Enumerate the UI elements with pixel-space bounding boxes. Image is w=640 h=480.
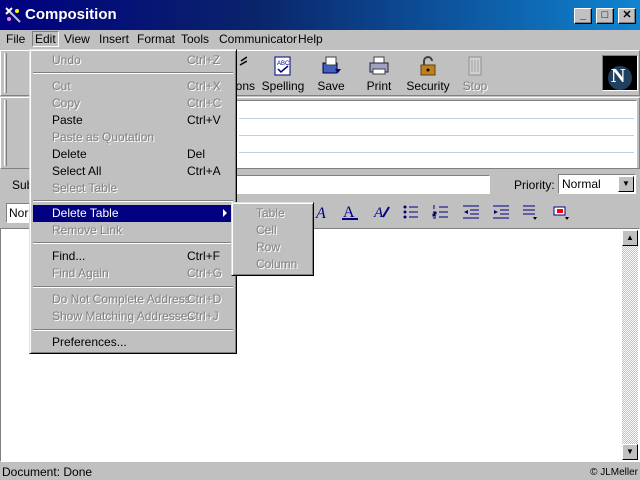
increase-indent-icon[interactable] [489,203,513,223]
menu-format[interactable]: Format [135,32,177,46]
svg-text:A: A [315,205,326,221]
delete-table-submenu: Table Cell Row Column [231,202,314,276]
save-button[interactable]: Save [307,53,355,95]
netscape-logo[interactable]: N [602,55,638,91]
menu-separator [33,72,233,74]
title-bar[interactable]: Composition _ □ ✕ [0,0,640,30]
menu-insert[interactable]: Insert [97,32,131,46]
menu-bar: File Edit View Insert Format Tools Commu… [0,30,640,49]
bullet-list-icon[interactable] [399,203,423,223]
decrease-indent-icon[interactable] [459,203,483,223]
scroll-up-icon[interactable]: ▲ [622,230,638,246]
print-button[interactable]: Print [355,53,403,95]
subject-input[interactable] [235,175,490,194]
menu-item-delete-table[interactable]: Delete Table [33,205,233,222]
menu-separator [33,286,233,288]
minimize-button[interactable]: _ [574,8,592,24]
svg-text:N: N [611,65,626,87]
edit-menu-dropdown: Undo Ctrl+Z Cut Ctrl+X Copy Ctrl+C Paste Ctr… [29,49,237,354]
menu-item-remove-link[interactable]: Remove Link [33,222,233,239]
recipient-row-divider [239,118,634,119]
maximize-button[interactable]: □ [596,8,614,24]
menu-item-cut[interactable]: Cut Ctrl+X [33,78,233,95]
menu-item-find-again[interactable]: Find Again Ctrl+G [33,265,233,282]
menu-item-select-all[interactable]: Select All Ctrl+A [33,163,233,180]
menu-separator [33,200,233,202]
remove-formatting-icon[interactable]: A [369,203,393,223]
spelling-icon: ABC [271,55,295,77]
submenu-item-column[interactable]: Column [235,256,311,273]
menu-item-delete[interactable]: Delete Del [33,146,233,163]
menu-item-preferences[interactable]: Preferences... [33,334,233,351]
recipient-list[interactable] [236,100,637,168]
menu-help[interactable]: Help [296,32,325,46]
recipient-row-divider [239,135,634,136]
scroll-down-icon[interactable]: ▼ [622,444,638,460]
chevron-down-icon[interactable]: ▼ [618,176,634,192]
font-color-icon[interactable]: A [338,203,362,223]
address-grip[interactable] [4,100,7,166]
spelling-button[interactable]: ABC Spelling [259,53,307,95]
close-button[interactable]: ✕ [618,8,636,24]
copyright-text: © JLMeller [590,467,638,478]
status-text: Document: Done [2,465,93,479]
composer-icon [4,6,22,24]
menu-tools[interactable]: Tools [179,32,211,46]
menu-item-paste-as-quotation[interactable]: Paste as Quotation [33,129,233,146]
vertical-scrollbar[interactable] [622,230,638,460]
security-icon [416,55,440,77]
window-title: Composition [25,6,117,23]
menu-communicator[interactable]: Communicator [217,32,299,46]
priority-value: Normal [562,177,601,191]
svg-text:A: A [373,205,384,221]
menu-item-show-matching-addresses[interactable]: Show Matching Addresses Ctrl+J [33,308,233,325]
menu-edit[interactable]: Edit [32,31,59,47]
menu-view[interactable]: View [62,32,92,46]
submenu-item-row[interactable]: Row [235,239,311,256]
status-bar: Document: Done © JLMeller [0,462,640,480]
stop-button[interactable]: Stop [451,53,499,95]
submenu-item-cell[interactable]: Cell [235,222,311,239]
menu-item-paste[interactable]: Paste Ctrl+V [33,112,233,129]
alignment-icon[interactable] [519,203,543,223]
save-icon [319,55,343,77]
print-icon [367,55,391,77]
menu-item-do-not-complete-address[interactable]: Do Not Complete Address Ctrl+D [33,291,233,308]
toolbar-grip[interactable] [4,53,7,93]
submenu-arrow-icon [223,209,227,217]
priority-label: Priority: [514,178,555,192]
menu-item-undo[interactable]: Undo Ctrl+Z [33,52,233,69]
submenu-item-table[interactable]: Table [235,205,311,222]
menu-item-select-table[interactable]: Select Table [33,180,233,197]
menu-file[interactable]: File [4,32,27,46]
priority-select[interactable]: Normal ▼ [558,174,636,194]
numbered-list-icon[interactable] [429,203,453,223]
stop-icon [463,55,487,77]
paragraph-style-select[interactable]: Nor [6,203,30,223]
security-button[interactable]: Security [403,53,453,95]
insert-object-icon[interactable] [549,203,573,223]
recipient-row-divider [239,152,634,153]
menu-separator [33,329,233,331]
menu-item-find[interactable]: Find... Ctrl+F [33,248,233,265]
menu-item-copy[interactable]: Copy Ctrl+C [33,95,233,112]
menu-separator [33,242,233,244]
